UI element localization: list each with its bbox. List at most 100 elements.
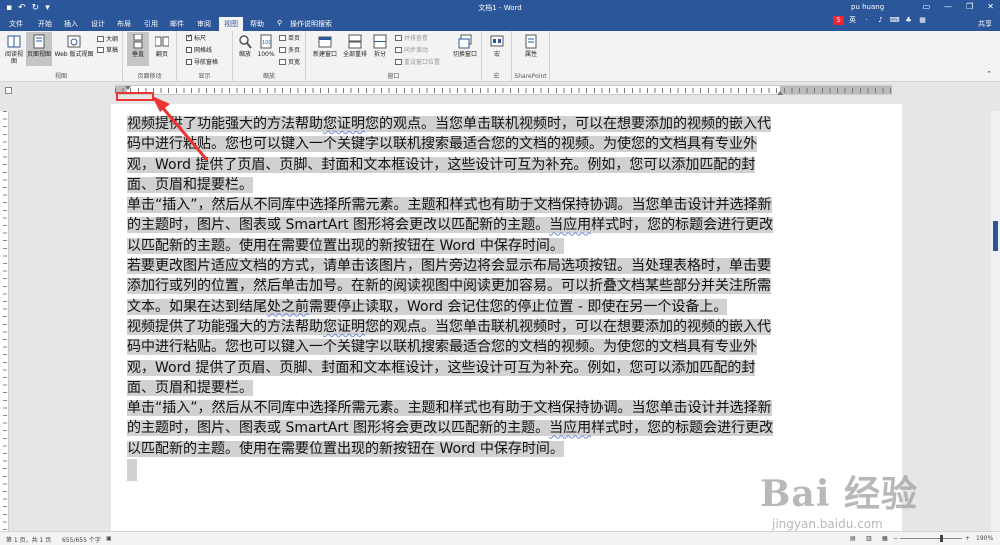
vertical-ruler[interactable] bbox=[0, 111, 9, 531]
macros-icon bbox=[490, 35, 504, 47]
document-paragraph[interactable]: 单击“插入”，然后从不同库中选择所需元素。主题和样式也有助于文档保持协调。当您单… bbox=[127, 195, 779, 256]
lightbulb-icon: ⚲ bbox=[277, 19, 283, 27]
zoom-button[interactable]: 缩放 bbox=[235, 34, 255, 58]
ribbon-display-icon[interactable]: ▭ bbox=[923, 2, 931, 11]
minimize-button[interactable]: — bbox=[944, 2, 952, 11]
document-paragraph[interactable]: 若要更改图片适应文档的方式，请单击该图片，图片旁边将会显示布局选项按钮。当处理表… bbox=[127, 256, 779, 317]
reset-position-button[interactable]: 重设窗口位置 bbox=[395, 59, 440, 67]
page-width-button[interactable]: 页宽 bbox=[279, 59, 300, 67]
side-to-side-button[interactable]: 翻页 bbox=[151, 34, 173, 58]
vertical-scrollbar[interactable] bbox=[991, 111, 1000, 531]
tab-home[interactable]: 开始 bbox=[38, 19, 52, 29]
nav-pane-checkbox[interactable]: 导航窗格 bbox=[186, 59, 218, 67]
one-page-button[interactable]: 单页 bbox=[279, 35, 300, 43]
tab-mailings[interactable]: 邮件 bbox=[170, 19, 184, 29]
outline-button[interactable]: 大纲 bbox=[97, 36, 118, 44]
side-by-side-button[interactable]: 并排查看 bbox=[395, 35, 428, 43]
gridlines-checkbox[interactable]: 网格线 bbox=[186, 47, 212, 55]
multiple-pages-button[interactable]: 多页 bbox=[279, 47, 300, 55]
ime-punct-icon[interactable]: · bbox=[861, 16, 872, 25]
zoom-slider[interactable] bbox=[900, 535, 962, 542]
print-layout-icon bbox=[33, 34, 45, 49]
ruler-checkbox[interactable]: 标尺 bbox=[186, 33, 206, 43]
views-group: 阅读视图 页面视图 Web 版式视图 大纲 草稿 视图 bbox=[0, 31, 123, 82]
properties-button[interactable]: 属性 bbox=[520, 34, 542, 58]
web-layout-button[interactable]: Web 版式视图 bbox=[53, 34, 95, 58]
tab-references[interactable]: 引用 bbox=[144, 19, 158, 29]
ime-mic-icon[interactable]: ♪ bbox=[875, 16, 886, 25]
reset-position-icon bbox=[395, 59, 402, 65]
spellcheck-flagged-text: 当应用 bbox=[549, 217, 592, 234]
zoom-out-button[interactable]: − bbox=[893, 535, 898, 542]
print-layout-button[interactable]: 页面视图 bbox=[26, 32, 52, 66]
ime-skin-icon[interactable]: ♣ bbox=[903, 16, 914, 25]
user-name[interactable]: pu huang bbox=[851, 3, 884, 11]
document-body[interactable]: 视频提供了功能强大的方法帮助您证明您的观点。当您单击联机视频时，可以在想要添加的… bbox=[127, 114, 779, 482]
nav-pane-check-icon bbox=[186, 59, 192, 65]
multiple-pages-icon bbox=[279, 47, 286, 53]
page-movement-group-label: 页面移动 bbox=[137, 73, 162, 80]
document-paragraph[interactable]: 视频提供了功能强大的方法帮助您证明您的观点。当您单击联机视频时，可以在想要添加的… bbox=[127, 317, 779, 398]
split-icon bbox=[373, 34, 387, 49]
arrange-all-button[interactable]: 全部重排 bbox=[340, 34, 370, 58]
spellcheck-flagged-text: 您证明 bbox=[323, 116, 365, 132]
collapse-ribbon-icon[interactable]: ⌃ bbox=[986, 70, 992, 78]
ime-keyboard-icon[interactable]: ⌨ bbox=[889, 16, 900, 25]
word-count[interactable]: 655/655 个字 bbox=[62, 535, 101, 544]
new-window-icon bbox=[318, 36, 332, 48]
document-paragraph[interactable]: 视频提供了功能强大的方法帮助您证明您的观点。当您单击联机视频时，可以在想要添加的… bbox=[127, 114, 779, 195]
web-layout-icon bbox=[67, 35, 81, 48]
draft-button[interactable]: 草稿 bbox=[97, 47, 118, 55]
show-group-label: 显示 bbox=[198, 73, 211, 80]
tab-insert[interactable]: 插入 bbox=[64, 19, 78, 29]
macros-button[interactable]: 宏 bbox=[486, 34, 508, 58]
sync-scroll-button[interactable]: 同步滚动 bbox=[395, 47, 428, 55]
tab-view[interactable]: 视图 bbox=[219, 17, 243, 31]
read-mode-status-icon[interactable]: ▤ bbox=[850, 535, 856, 542]
ime-lang-icon[interactable]: 英 bbox=[847, 16, 858, 25]
ime-tools-icon[interactable]: ▦ bbox=[917, 16, 928, 25]
tab-help[interactable]: 帮助 bbox=[250, 19, 264, 29]
left-indent-marker[interactable] bbox=[125, 86, 131, 90]
proofing-icon[interactable]: ▣ bbox=[106, 535, 112, 542]
vertical-icon bbox=[133, 34, 143, 49]
sogou-icon[interactable]: S bbox=[833, 16, 844, 25]
vertical-button[interactable]: 垂直 bbox=[127, 32, 149, 66]
zoom-slider-knob[interactable] bbox=[940, 535, 943, 542]
zoom-level[interactable]: 190% bbox=[976, 535, 993, 542]
show-group: 标尺 网格线 导航窗格 显示 bbox=[177, 31, 233, 82]
split-button[interactable]: 拆分 bbox=[370, 34, 390, 58]
switch-windows-icon bbox=[458, 34, 472, 49]
web-layout-status-icon[interactable]: ▦ bbox=[882, 535, 888, 542]
switch-windows-button[interactable]: 切换窗口 bbox=[451, 34, 479, 58]
read-mode-button[interactable]: 阅读视图 bbox=[3, 34, 25, 65]
page-count[interactable]: 第 1 页，共 1 页 bbox=[6, 535, 51, 544]
zoom-100-icon: 100 bbox=[260, 34, 272, 49]
arrange-all-icon bbox=[348, 34, 362, 49]
horizontal-ruler[interactable] bbox=[115, 85, 892, 95]
vertical-ruler-ticks bbox=[3, 111, 7, 531]
tell-me-search[interactable]: 操作说明搜索 bbox=[290, 19, 332, 29]
window-group: 新建窗口 全部重排 拆分 并排查看 同步滚动 重设窗口位置 切换窗口 窗口 bbox=[306, 31, 482, 82]
tab-layout[interactable]: 布局 bbox=[117, 19, 131, 29]
tab-selector[interactable] bbox=[5, 87, 12, 94]
new-window-button[interactable]: 新建窗口 bbox=[310, 34, 340, 58]
macros-group-label: 宏 bbox=[493, 73, 500, 80]
scrollbar-thumb[interactable] bbox=[993, 221, 998, 251]
zoom-100-button[interactable]: 100 100% bbox=[255, 34, 277, 58]
restore-button[interactable]: ❐ bbox=[966, 2, 973, 11]
draft-icon bbox=[97, 47, 104, 53]
paragraph-text: 视频提供了功能强大的方法帮助 bbox=[127, 318, 323, 335]
share-button[interactable]: 共享 bbox=[978, 19, 992, 29]
gridlines-check-icon bbox=[186, 47, 192, 53]
zoom-in-button[interactable]: + bbox=[965, 535, 970, 542]
side-by-side-icon bbox=[395, 35, 402, 41]
right-indent-marker[interactable] bbox=[777, 91, 783, 95]
close-button[interactable]: ✕ bbox=[987, 2, 994, 11]
tab-review[interactable]: 审阅 bbox=[197, 19, 211, 29]
tab-file[interactable]: 文件 bbox=[9, 19, 23, 29]
document-paragraph[interactable]: 单击“插入”，然后从不同库中选择所需元素。主题和样式也有助于文档保持协调。当您单… bbox=[127, 398, 779, 459]
print-layout-status-icon[interactable]: ▥ bbox=[866, 535, 872, 542]
paragraph-text: 视频提供了功能强大的方法帮助 bbox=[127, 116, 323, 132]
tab-design[interactable]: 设计 bbox=[91, 19, 105, 29]
